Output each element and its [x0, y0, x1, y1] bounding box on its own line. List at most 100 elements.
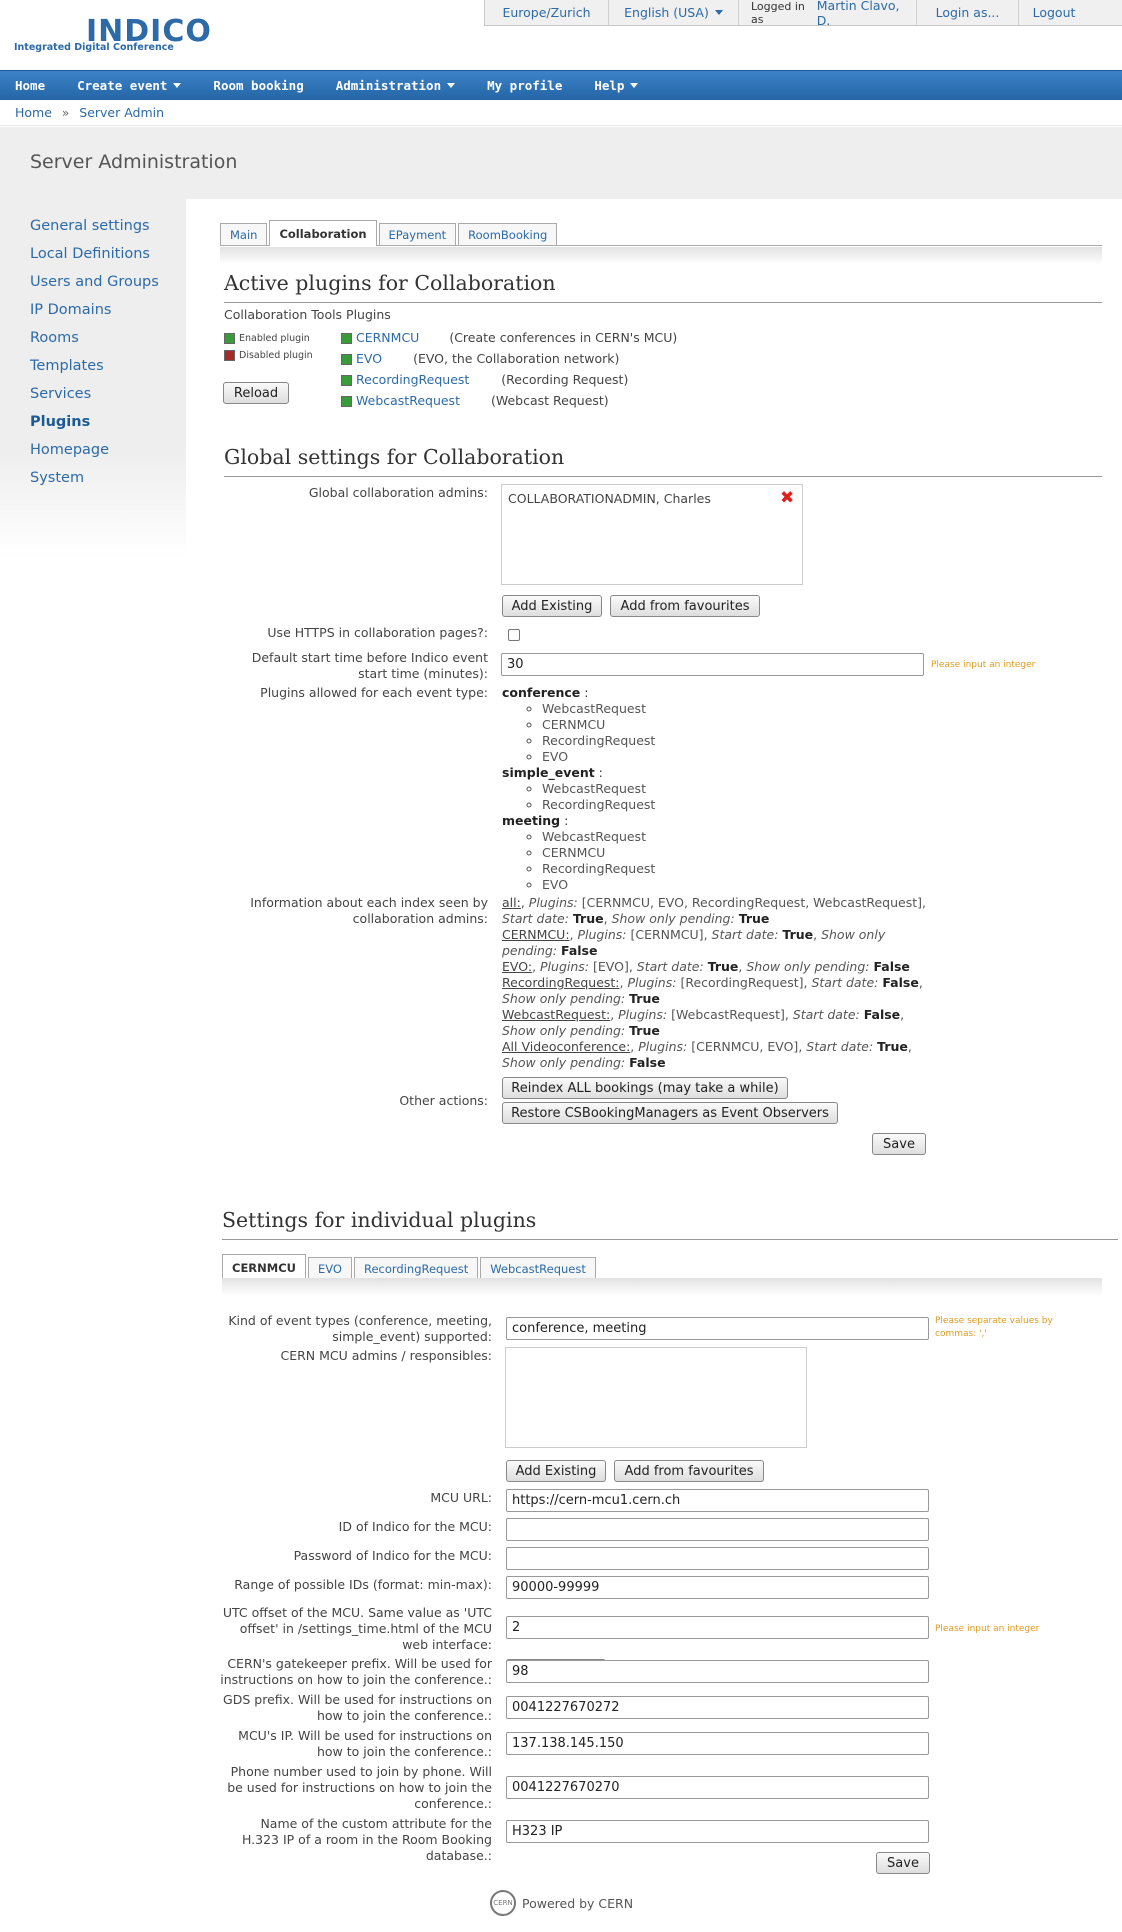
sidebar-item-rooms[interactable]: Rooms	[30, 330, 180, 358]
h323-attribute-input[interactable]: H323 IP	[506, 1820, 929, 1843]
list-item: RecordingRequest	[542, 797, 655, 813]
chevron-down-icon	[714, 10, 723, 15]
index-start: True	[572, 911, 604, 926]
event-type-name: conference	[502, 685, 581, 700]
toggle-plugin-icon[interactable]	[341, 375, 352, 386]
plugin-desc: (Webcast Request)	[490, 393, 609, 408]
sidebar-item-system[interactable]: System	[30, 470, 180, 498]
reindex-button[interactable]: Reindex ALL bookings (may take a while)	[502, 1077, 788, 1099]
list-item: CERNMCU	[542, 845, 655, 861]
id-range-input[interactable]: 90000-99999	[506, 1576, 929, 1599]
enabled-square-icon	[224, 333, 235, 344]
index-plugins: [CERNMCU, EVO, RecordingRequest, Webcast…	[581, 895, 923, 910]
event-type-simple-event: simple_event :	[502, 765, 603, 780]
pending-key: Show only pending:	[502, 1055, 626, 1070]
id-range-label: Range of possible IDs (format: min-max):	[234, 1577, 492, 1592]
tab-epayment[interactable]: EPayment	[378, 223, 457, 245]
breadcrumb-server-admin[interactable]: Server Admin	[79, 105, 164, 120]
event-type-name: meeting	[502, 813, 561, 828]
global-save-button[interactable]: Save	[872, 1133, 926, 1155]
plugins-key: Plugins:	[577, 927, 627, 942]
nav-help[interactable]: Help	[582, 71, 650, 101]
tab-evo[interactable]: EVO	[308, 1257, 352, 1279]
login-as-link[interactable]: Login as...	[917, 0, 1019, 26]
plugin-desc: (EVO, the Collaboration network)	[413, 351, 620, 366]
plugin-save-button[interactable]: Save	[876, 1852, 930, 1874]
legend-disabled-label: Disabled plugin	[239, 350, 313, 361]
tab-main[interactable]: Main	[220, 223, 268, 245]
add-existing-button[interactable]: Add Existing	[502, 595, 602, 617]
phone-input[interactable]: 0041227670270	[506, 1776, 929, 1799]
remove-admin-icon[interactable]: ✖	[780, 488, 794, 508]
legend-disabled: Disabled plugin	[224, 350, 313, 361]
start-key: Start date:	[806, 1039, 874, 1054]
start-key: Start date:	[792, 1007, 860, 1022]
admin-entry: COLLABORATIONADMIN, Charles	[508, 491, 711, 506]
user-name[interactable]: Martin Clavo, D.	[817, 0, 904, 28]
index-entry: WebcastRequest:, Plugins: [WebcastReques…	[502, 1007, 905, 1038]
legend-enabled-label: Enabled plugin	[239, 333, 310, 344]
gds-prefix-input[interactable]: 0041227670272	[506, 1696, 929, 1719]
index-name: all:	[502, 895, 521, 910]
timezone-selector[interactable]: Europe/Zurich	[485, 0, 609, 26]
sidebar-item-ip-domains[interactable]: IP Domains	[30, 302, 180, 330]
indico-id-input[interactable]	[506, 1518, 929, 1541]
restore-observers-button[interactable]: Restore CSBookingManagers as Event Obser…	[502, 1102, 838, 1124]
plugin-webcastrequest: WebcastRequest (Webcast Request)	[341, 393, 609, 408]
index-entry: EVO:, Plugins: [EVO], Start date: True, …	[502, 959, 910, 974]
sidebar-item-local-definitions[interactable]: Local Definitions	[30, 246, 180, 274]
tab-roombooking[interactable]: RoomBooking	[458, 223, 558, 245]
gatekeeper-input[interactable]: 98	[506, 1660, 929, 1683]
phone-label: Phone number used to join by phone. Will…	[227, 1764, 492, 1811]
index-name: RecordingRequest:	[502, 975, 620, 990]
mcu-url-input[interactable]: https://cern-mcu1.cern.ch	[506, 1489, 929, 1512]
event-kinds-input[interactable]: conference, meeting	[506, 1317, 929, 1340]
mcu-ip-input[interactable]: 137.138.145.150	[506, 1732, 929, 1755]
nav-home[interactable]: Home	[3, 71, 57, 101]
add-from-favourites-button[interactable]: Add from favourites	[610, 595, 760, 617]
start-time-input[interactable]: 30	[501, 653, 924, 676]
sidebar-item-services[interactable]: Services	[30, 386, 180, 414]
index-pending: True	[629, 991, 660, 1006]
logged-in-user[interactable]: Logged in as Martin Clavo, D.	[739, 0, 917, 28]
sidebar-item-templates[interactable]: Templates	[30, 358, 180, 386]
toggle-plugin-icon[interactable]	[341, 333, 352, 344]
start-key: Start date:	[502, 911, 569, 926]
indico-logo[interactable]: INDICO Integrated Digital Conference	[14, 10, 214, 58]
chevron-down-icon	[630, 83, 639, 88]
tab-collaboration[interactable]: Collaboration	[269, 220, 377, 246]
nav-room-booking[interactable]: Room booking	[201, 71, 315, 101]
cern-logo-icon: CERN	[490, 1890, 516, 1916]
toggle-plugin-icon[interactable]	[341, 354, 352, 365]
plugin-name: WebcastRequest	[356, 393, 460, 408]
sidebar-item-users-groups[interactable]: Users and Groups	[30, 274, 180, 302]
start-key: Start date:	[711, 927, 779, 942]
mcu-add-existing-button[interactable]: Add Existing	[506, 1460, 606, 1482]
tab-recordingrequest[interactable]: RecordingRequest	[353, 1257, 479, 1279]
nav-create-event[interactable]: Create event	[65, 71, 193, 101]
mcu-add-favourites-button[interactable]: Add from favourites	[614, 1460, 764, 1482]
toggle-plugin-icon[interactable]	[341, 396, 352, 407]
tab-cernmcu[interactable]: CERNMCU	[222, 1254, 306, 1280]
tab-webcastrequest[interactable]: WebcastRequest	[480, 1257, 596, 1279]
plugins-key: Plugins:	[618, 1007, 668, 1022]
https-checkbox[interactable]	[508, 629, 520, 641]
sidebar-item-general-settings[interactable]: General settings	[30, 218, 180, 246]
utc-offset-input[interactable]: 2	[506, 1616, 929, 1639]
nav-my-profile[interactable]: My profile	[475, 71, 574, 101]
language-label: English (USA)	[624, 5, 709, 20]
logout-link[interactable]: Logout	[1019, 0, 1089, 26]
language-selector[interactable]: English (USA)	[609, 0, 739, 26]
index-name: CERNMCU:	[502, 927, 570, 942]
nav-administration[interactable]: Administration	[324, 71, 467, 101]
sidebar-item-homepage[interactable]: Homepage	[30, 442, 180, 470]
header: INDICO Integrated Digital Conference Eur…	[0, 0, 1122, 70]
indico-id-label: ID of Indico for the MCU:	[338, 1519, 492, 1534]
pending-key: Show only pending:	[502, 991, 626, 1006]
index-name: All Videoconference:	[502, 1039, 631, 1054]
breadcrumb-home[interactable]: Home	[15, 105, 52, 120]
password-input[interactable]	[506, 1547, 929, 1570]
index-pending: False	[561, 943, 598, 958]
sidebar-item-plugins[interactable]: Plugins	[30, 414, 180, 442]
reload-button[interactable]: Reload	[223, 382, 289, 404]
